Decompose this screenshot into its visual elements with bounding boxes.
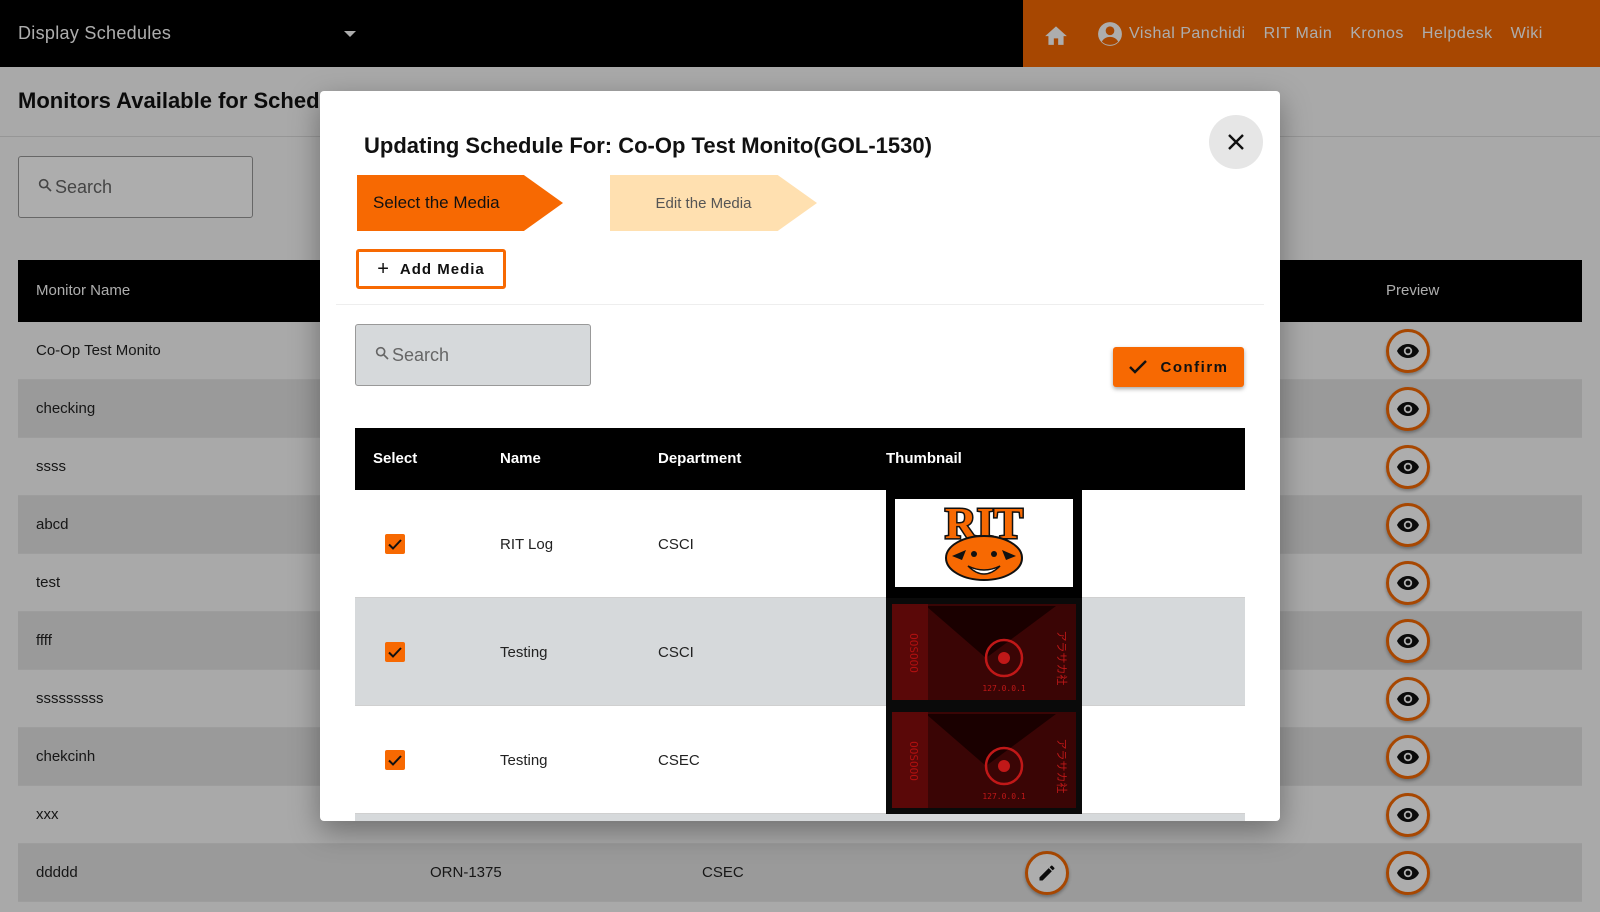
poster-side-text: OOSOOO — [907, 633, 920, 673]
add-media-label: Add Media — [399, 260, 485, 278]
column-header-department: Department — [658, 450, 742, 467]
select-checkbox[interactable] — [385, 750, 405, 770]
media-name: Testing — [500, 752, 548, 769]
column-header-name: Name — [500, 450, 541, 467]
media-department: CSCI — [658, 644, 694, 661]
media-name: RIT Log — [500, 536, 554, 553]
plus-icon: + — [377, 257, 390, 280]
step-edit-media[interactable]: Edit the Media — [610, 175, 817, 231]
check-icon — [388, 754, 402, 766]
poster-jp-text: アラサカ社 — [1055, 631, 1069, 686]
search-placeholder: Search — [392, 344, 450, 365]
media-thumbnail: OOSOOO 127.0.0.1 アラサカ社 — [886, 598, 1082, 706]
table-row: Testing CSEC OOSOOO 127.0.0.1 アラサカ社 — [355, 706, 1245, 814]
media-thumbnail: OOSOOO 127.0.0.1 アラサカ社 — [886, 706, 1082, 814]
table-row — [355, 814, 1245, 821]
column-header-select: Select — [373, 450, 418, 467]
step-select-media[interactable]: Select the Media — [357, 175, 563, 231]
media-department: CSEC — [658, 752, 700, 769]
poster-code-text: 127.0.0.1 — [982, 792, 1026, 801]
select-checkbox[interactable] — [385, 642, 405, 662]
poster-side-text: OOSOOO — [907, 741, 920, 781]
media-department: CSCI — [658, 536, 694, 553]
update-schedule-dialog: Updating Schedule For: Co-Op Test Monito… — [320, 91, 1280, 821]
column-header-thumbnail: Thumbnail — [886, 450, 962, 467]
confirm-button[interactable]: Confirm — [1113, 347, 1244, 387]
confirm-label: Confirm — [1160, 358, 1229, 376]
close-button[interactable] — [1209, 115, 1263, 169]
poster-code-text: 127.0.0.1 — [982, 684, 1026, 693]
check-icon — [388, 538, 402, 550]
table-row: Testing CSCI OOSOOO 127.0.0.1 アラサカ社 — [355, 598, 1245, 706]
media-search-input[interactable]: Search — [355, 324, 591, 386]
table-row: RIT Log CSCI RIT — [355, 490, 1245, 598]
poster-jp-text: アラサカ社 — [1055, 739, 1069, 794]
divider — [336, 304, 1264, 305]
media-name: Testing — [500, 644, 548, 661]
add-media-button[interactable]: + Add Media — [356, 249, 506, 289]
media-thumbnail: RIT — [886, 490, 1082, 598]
search-icon — [374, 345, 390, 366]
rit-tiger-logo-image: RIT — [886, 490, 1082, 598]
check-icon — [1128, 360, 1147, 374]
table-header: Select Name Department Thumbnail — [355, 428, 1245, 490]
dialog-title: Updating Schedule For: Co-Op Test Monito… — [364, 133, 932, 158]
check-icon — [388, 646, 402, 658]
red-poster-image: OOSOOO 127.0.0.1 アラサカ社 — [886, 598, 1082, 706]
red-poster-image: OOSOOO 127.0.0.1 アラサカ社 — [886, 706, 1082, 814]
select-checkbox[interactable] — [385, 534, 405, 554]
close-icon — [1228, 134, 1244, 150]
media-table: Select Name Department Thumbnail RIT Log… — [355, 428, 1245, 821]
